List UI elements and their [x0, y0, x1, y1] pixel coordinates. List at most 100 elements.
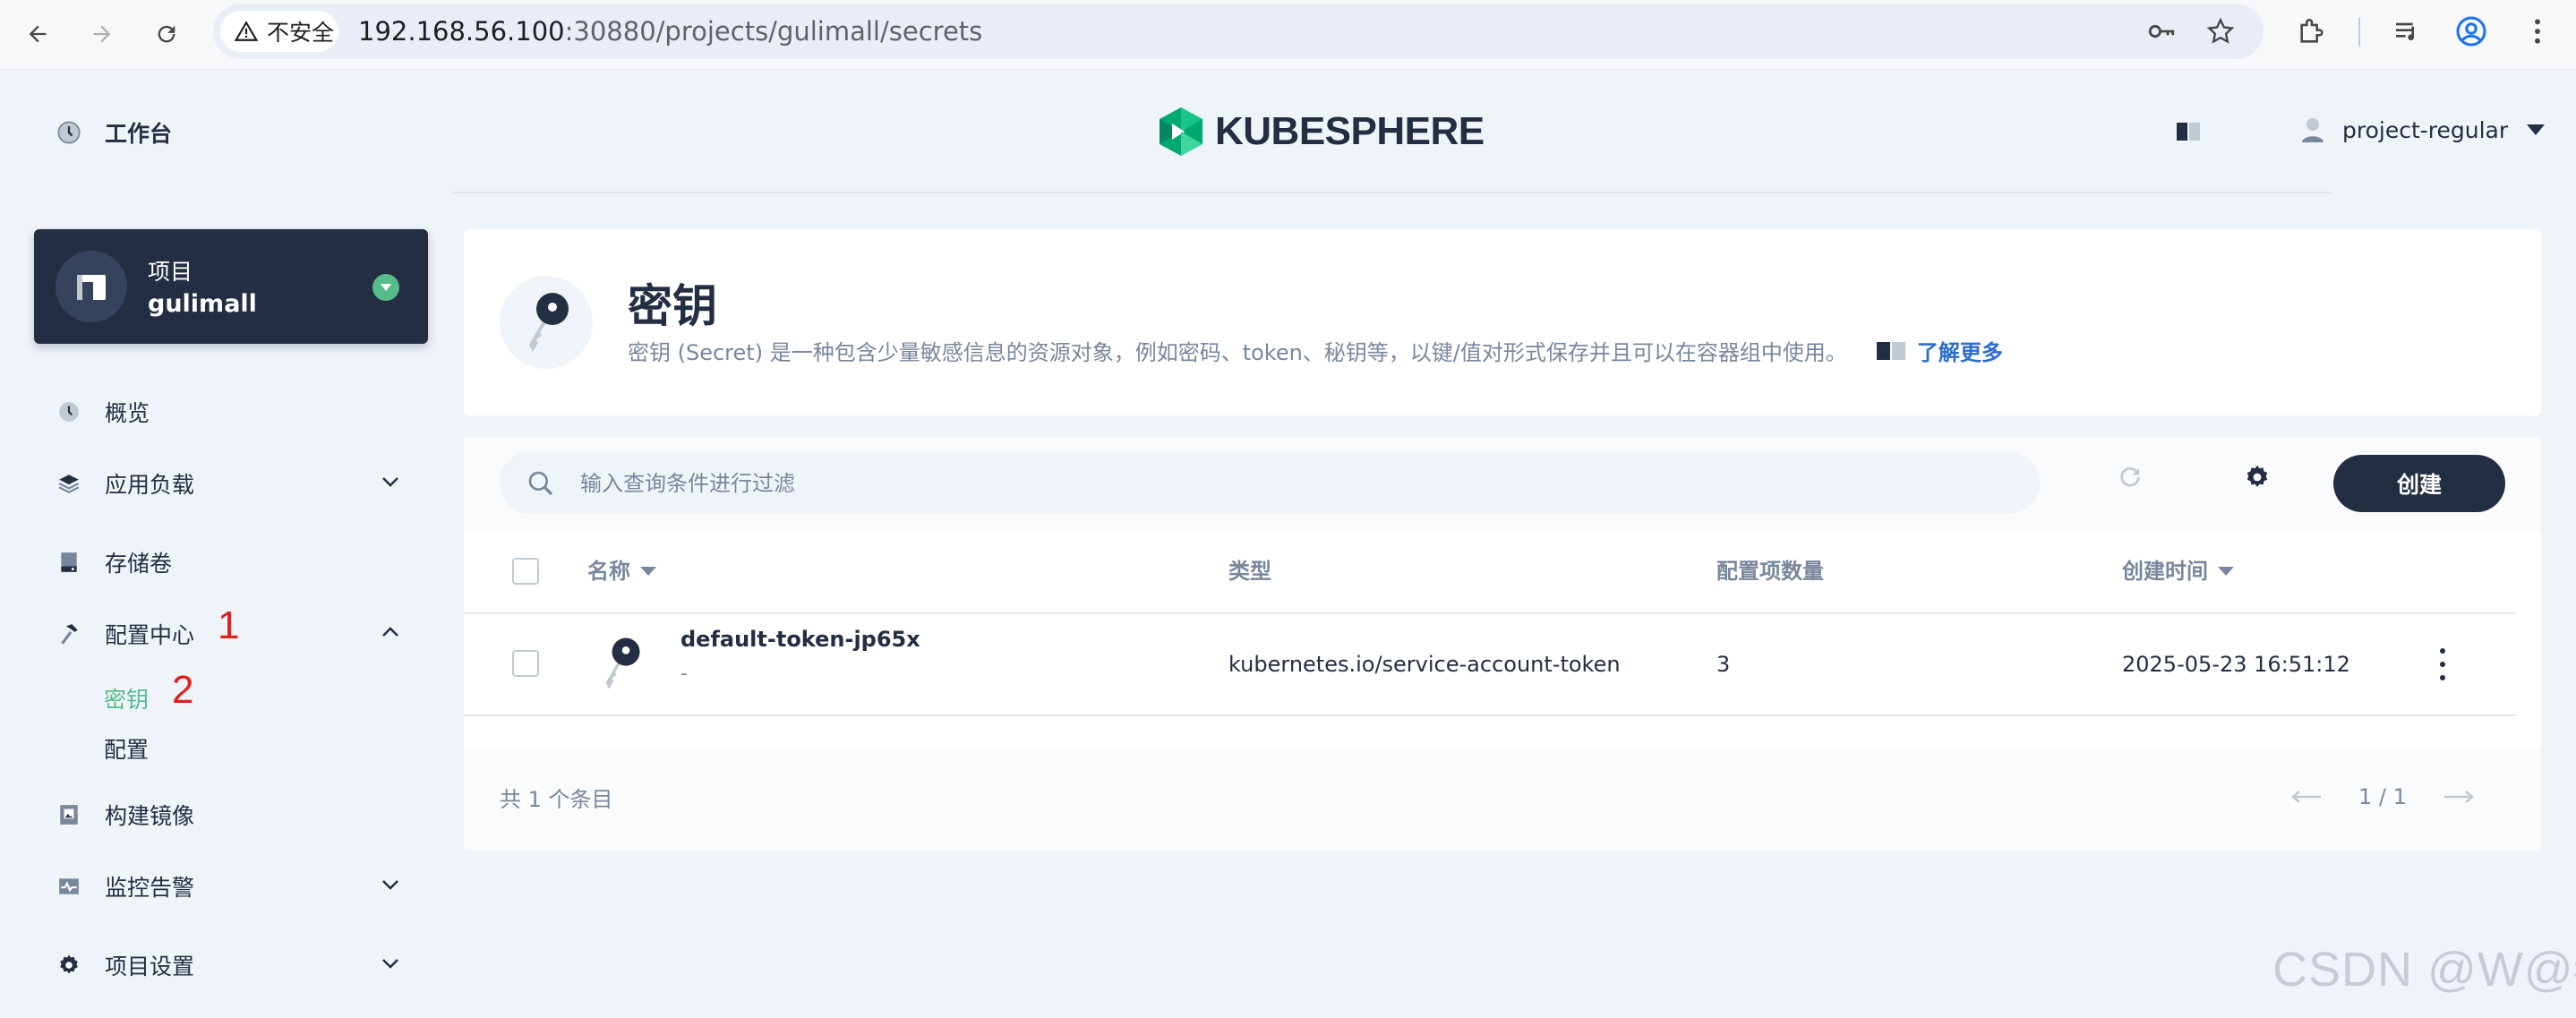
playlist-icon	[2396, 22, 2415, 41]
user-menu[interactable]: project-regular	[2301, 116, 2546, 143]
reload-button[interactable]	[145, 13, 188, 56]
media-button[interactable]	[2385, 10, 2428, 53]
book-icon	[1876, 341, 1905, 360]
column-name-label: 名称	[587, 559, 630, 584]
secret-name-link[interactable]: default-token-jp65x	[680, 627, 920, 652]
project-settings-expand-button[interactable]	[378, 951, 403, 976]
total-count: 共 1 个条目	[500, 787, 613, 812]
workbench-link[interactable]: 工作台	[56, 116, 172, 149]
config-center-collapse-button[interactable]	[378, 620, 403, 645]
search-box[interactable]	[500, 451, 2040, 516]
layers-icon	[56, 471, 81, 496]
table-settings-button[interactable]	[2244, 464, 2271, 491]
monitor-icon	[56, 874, 81, 899]
user-icon	[2302, 118, 2324, 142]
sidebar-item-project-settings[interactable]: 项目设置	[56, 949, 194, 981]
sidebar-item-image-builder[interactable]: 构建镜像	[56, 799, 194, 831]
sidebar-item-label: 概览	[105, 400, 150, 426]
row-more-button[interactable]	[2434, 648, 2452, 680]
secret-item-count: 3	[1716, 652, 1731, 677]
profile-button[interactable]	[2450, 10, 2493, 53]
toolbar-separator	[2358, 18, 2360, 47]
column-created[interactable]: 创建时间	[2122, 530, 2235, 612]
learn-more-link[interactable]: 了解更多	[1876, 335, 2003, 366]
chevron-down-icon	[382, 959, 398, 969]
kebab-icon-dot	[2440, 675, 2445, 680]
monitoring-expand-button[interactable]	[378, 872, 403, 897]
sidebar-subitem-secrets[interactable]: 密钥	[104, 682, 149, 714]
docs-button[interactable]	[2176, 120, 2203, 143]
workloads-expand-button[interactable]	[378, 469, 403, 494]
arrow-right-icon	[93, 25, 111, 43]
logo-text: KUBESPHERE	[1215, 109, 1485, 153]
sidebar-item-workloads[interactable]: 应用负载	[56, 467, 194, 500]
key-icon	[529, 293, 569, 352]
project-selector[interactable]: 项目 gulimall	[34, 229, 428, 344]
image-builder-icon	[56, 802, 81, 827]
hammer-icon	[56, 621, 81, 646]
app-header: 工作台 KUBESPHERE project-regular	[0, 70, 2576, 193]
sidebar-item-volumes[interactable]: 存储卷	[56, 546, 172, 578]
project-icon	[77, 275, 106, 300]
url-text[interactable]: 192.168.56.100:30880/projects/gulimall/s…	[358, 4, 982, 59]
warning-icon	[235, 21, 258, 41]
column-name[interactable]: 名称	[587, 530, 657, 612]
dashboard-icon	[57, 121, 81, 144]
sidebar-item-monitoring[interactable]: 监控告警	[56, 870, 194, 903]
table-row[interactable]: default-token-jp65x - kubernetes.io/serv…	[464, 614, 2516, 716]
sidebar-item-label: 存储卷	[105, 551, 173, 577]
annotation-3: 3	[1495, 437, 1517, 444]
kebab-icon-dot	[2440, 648, 2445, 654]
security-chip[interactable]: 不安全	[220, 11, 338, 52]
password-key-button[interactable]	[2140, 10, 2183, 53]
bookmark-button[interactable]	[2199, 10, 2242, 53]
forward-button[interactable]	[81, 13, 124, 56]
key-icon	[2148, 24, 2175, 38]
username: project-regular	[2342, 116, 2509, 143]
page-title: 密钥	[628, 280, 717, 332]
dashboard-icon	[56, 399, 81, 424]
kubesphere-logo-icon	[1160, 107, 1202, 156]
sidebar-subitem-configmaps[interactable]: 配置	[104, 732, 149, 765]
security-label: 不安全	[267, 20, 335, 46]
sidebar-item-label: 监控告警	[105, 875, 195, 901]
sort-caret-icon	[640, 567, 656, 576]
project-name: gulimall	[148, 290, 257, 318]
sort-caret-icon	[2218, 567, 2234, 576]
learn-more-label: 了解更多	[1916, 340, 2003, 365]
project-type-label: 项目	[148, 259, 193, 285]
sidebar-item-overview[interactable]: 概览	[56, 396, 150, 428]
sidebar-item-label: 配置中心	[105, 622, 195, 648]
url-host: 192.168.56.100	[358, 16, 565, 47]
page-banner: 密钥 密钥 (Secret) 是一种包含少量敏感信息的资源对象，例如密码、tok…	[464, 229, 2541, 415]
kubesphere-logo[interactable]: KUBESPHERE	[1158, 106, 1485, 158]
create-button[interactable]: 创建	[2333, 455, 2505, 512]
sidebar-item-config-center[interactable]: 配置中心	[56, 618, 194, 650]
account-circle-icon	[2456, 16, 2486, 47]
browser-toolbar: 不安全 192.168.56.100:30880/projects/gulima…	[0, 0, 2576, 70]
prev-page-icon[interactable]	[2290, 790, 2323, 804]
search-input[interactable]	[578, 451, 2015, 516]
workbench-label: 工作台	[105, 121, 173, 147]
header-divider	[452, 192, 2331, 193]
table-header: 名称 类型 配置项数量 创建时间	[464, 530, 2516, 614]
puzzle-icon	[2300, 19, 2324, 43]
address-bar[interactable]: 不安全 192.168.56.100:30880/projects/gulima…	[213, 4, 2264, 59]
project-switch-toggle[interactable]	[372, 274, 399, 301]
refresh-button[interactable]	[2117, 464, 2144, 491]
column-type: 类型	[1228, 559, 1271, 584]
table-footer: 共 1 个条目 1 / 1	[464, 749, 2541, 851]
chevron-down-icon	[382, 880, 398, 890]
row-checkbox[interactable]	[512, 650, 539, 677]
next-page-icon[interactable]	[2443, 790, 2475, 804]
secret-row-icon	[598, 632, 643, 695]
select-all-checkbox[interactable]	[512, 558, 539, 585]
extensions-button[interactable]	[2290, 10, 2333, 53]
browser-menu-button[interactable]	[2516, 10, 2559, 53]
gear-icon	[56, 953, 81, 978]
annotation-1: 1	[218, 603, 240, 647]
project-avatar	[56, 251, 127, 322]
caret-down-icon	[2527, 124, 2546, 135]
refresh-icon	[2120, 466, 2140, 487]
back-button[interactable]	[16, 13, 59, 56]
